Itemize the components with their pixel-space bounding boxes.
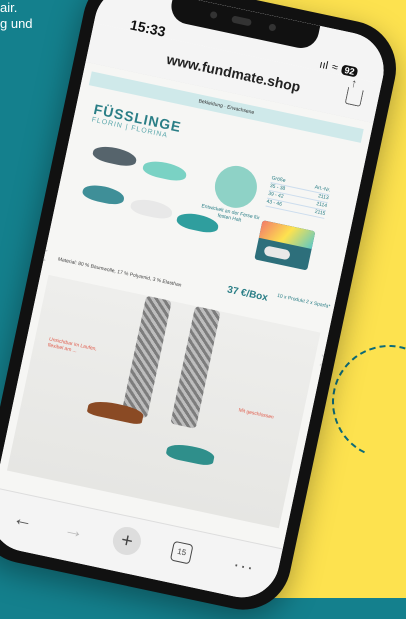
back-button[interactable]: ← — [11, 507, 35, 534]
promo-text: air. g und — [0, 0, 33, 32]
price-note: 10 x Produkt 2 x Sparfa* — [276, 292, 331, 311]
new-tab-button[interactable]: + — [110, 524, 144, 558]
sock-image — [91, 143, 138, 169]
sock-image — [129, 196, 174, 221]
sock-foot-image — [165, 441, 216, 468]
tabs-button[interactable]: 15 — [169, 540, 194, 565]
annotation-right: Mit geschlossen — [237, 407, 275, 421]
promo-line-1: air. — [0, 0, 18, 15]
packaging-image — [254, 220, 316, 271]
promo-line-2: g und — [0, 16, 33, 31]
camera-icon — [209, 10, 218, 20]
sock-image — [141, 158, 188, 184]
speaker-icon — [231, 15, 253, 27]
product-photo: Unsichtbar im Laufen, flexibel am ... Mi… — [6, 274, 321, 529]
carousel-prev-icon[interactable]: ‹ — [36, 237, 52, 270]
forward-button[interactable]: → — [62, 518, 86, 545]
sock-image — [81, 182, 126, 207]
carousel-next-icon[interactable]: › — [317, 342, 333, 375]
leg-right — [170, 306, 221, 429]
more-button[interactable]: ··· — [231, 554, 256, 579]
sensor-icon — [268, 23, 277, 32]
leg-left — [121, 295, 172, 419]
price: 37 €/Box — [226, 284, 269, 304]
fabric-detail-image — [211, 161, 261, 212]
annotation-left: Unsichtbar im Laufen, flexibel am ... — [47, 336, 98, 355]
size-table: Größe Art.-Nr. 35 - 38 2113 39 - 42 2114… — [265, 175, 331, 219]
